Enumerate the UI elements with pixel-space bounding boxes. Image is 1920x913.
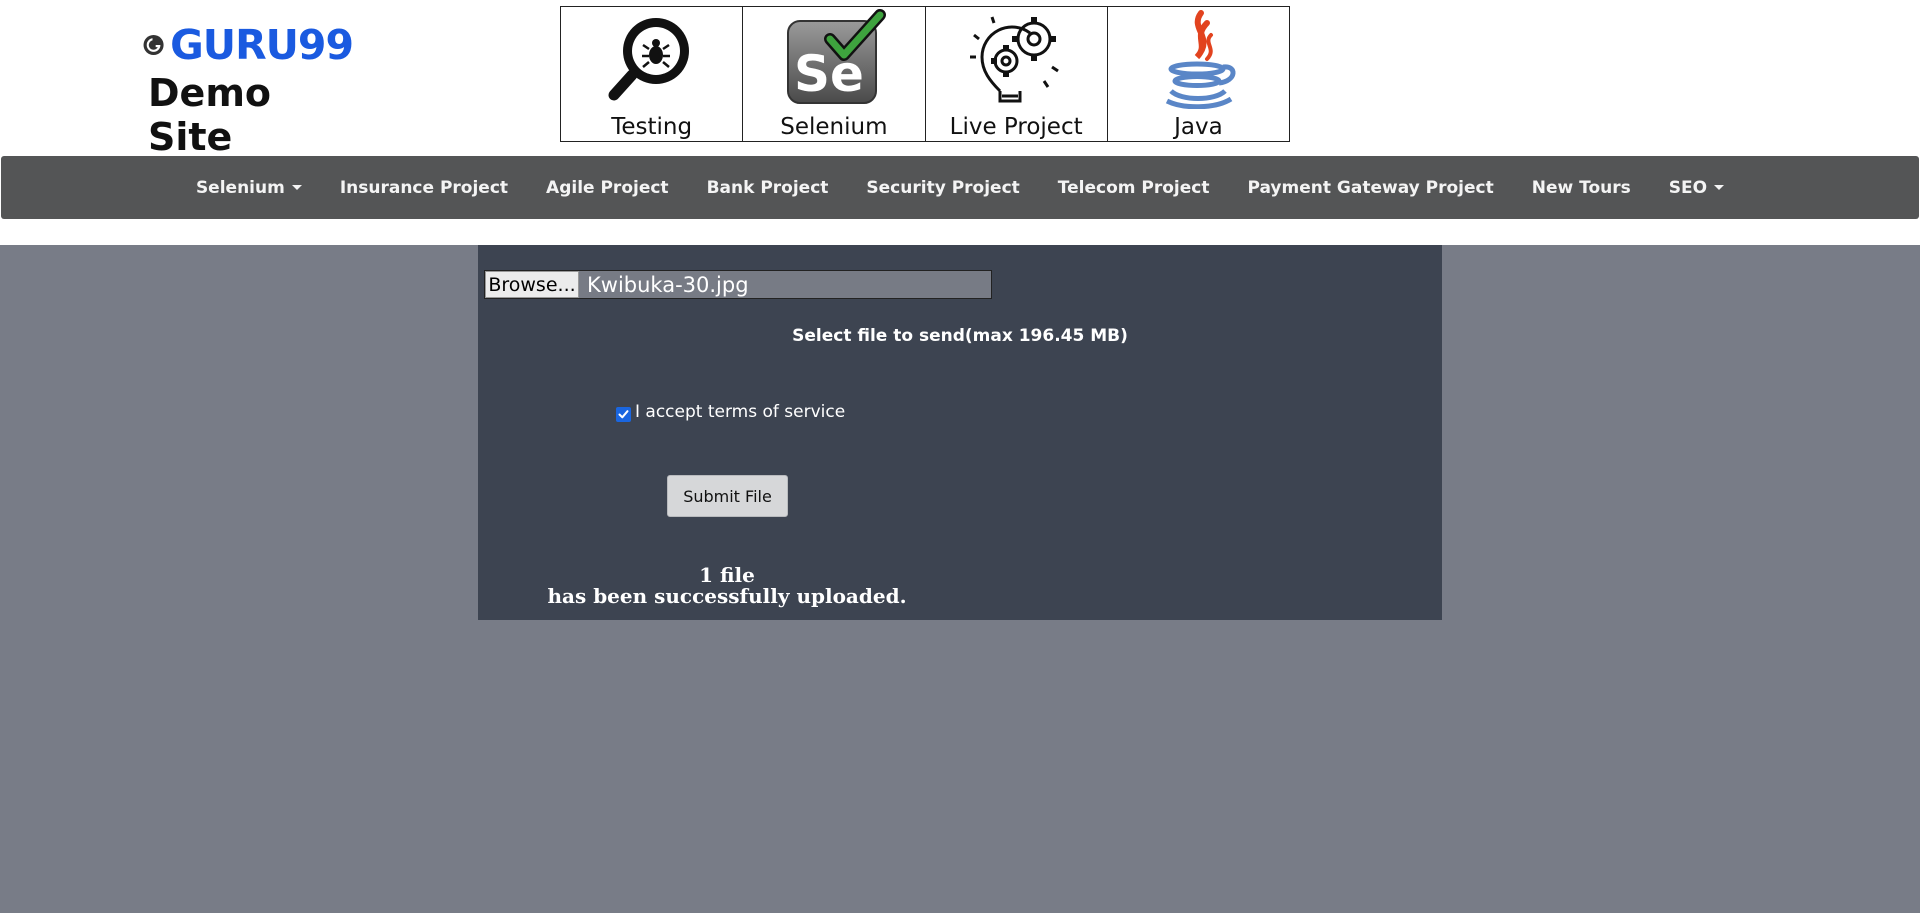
- main-navbar: Selenium Insurance Project Agile Project…: [1, 156, 1919, 219]
- nav-item-label: SEO: [1668, 177, 1708, 198]
- nav-item-label: Agile Project: [546, 177, 669, 198]
- result-text: has been successfully uploaded.: [547, 584, 907, 608]
- logo-text: GURU99: [170, 21, 354, 69]
- upload-result-message: 1 file has been successfully uploaded.: [527, 565, 927, 607]
- tile-label: Live Project: [949, 114, 1083, 140]
- tile-label: Selenium: [780, 114, 888, 140]
- nav-telecom-project[interactable]: Telecom Project: [1039, 178, 1229, 198]
- nav-item-label: Selenium: [195, 177, 285, 198]
- course-tiles: Testing Se Selenium Live Project Java: [560, 6, 1290, 142]
- selected-file-name: Kwibuka-30.jpg: [587, 272, 749, 297]
- tile-live-project[interactable]: Live Project: [926, 7, 1108, 141]
- submit-file-button[interactable]: Submit File: [667, 475, 788, 517]
- tile-selenium[interactable]: Se Selenium: [743, 7, 926, 141]
- browse-button[interactable]: Browse...: [485, 271, 579, 298]
- nav-insurance-project[interactable]: Insurance Project: [321, 178, 527, 198]
- nav-payment-gateway-project[interactable]: Payment Gateway Project: [1228, 178, 1512, 198]
- magnifier-bug-icon: [608, 18, 689, 101]
- nav-agile-project[interactable]: Agile Project: [527, 178, 688, 198]
- nav-item-label: Payment Gateway Project: [1247, 177, 1494, 198]
- upload-size-hint: Select file to send(max 196.45 MB): [792, 326, 1128, 346]
- caret-down-icon: [1714, 185, 1725, 190]
- terms-checkbox[interactable]: [616, 407, 631, 422]
- result-count: 1 file: [699, 563, 755, 587]
- terms-row: I accept terms of service: [616, 401, 845, 422]
- terms-label[interactable]: I accept terms of service: [635, 402, 845, 422]
- guru99-logo-icon: [143, 34, 164, 56]
- svg-text:Se: Se: [794, 45, 864, 103]
- java-icon: [1166, 10, 1236, 109]
- file-upload-input[interactable]: Browse... Kwibuka-30.jpg: [484, 270, 992, 299]
- nav-item-label: New Tours: [1531, 177, 1631, 198]
- tile-testing[interactable]: Testing: [561, 7, 744, 141]
- upload-panel: [478, 245, 1442, 620]
- site-title: Demo Site: [148, 71, 272, 159]
- lightbulb-gears-icon: [970, 16, 1059, 103]
- checkmark-icon: [618, 410, 629, 419]
- nav-item-label: Telecom Project: [1057, 177, 1210, 198]
- site-header: GURU99 Demo Site Testing Se Selenium Liv…: [0, 0, 1920, 159]
- tile-label: Java: [1174, 114, 1223, 140]
- nav-security-project[interactable]: Security Project: [847, 178, 1038, 198]
- caret-down-icon: [291, 185, 302, 190]
- tile-label: Testing: [611, 114, 693, 140]
- nav-bank-project[interactable]: Bank Project: [688, 178, 848, 198]
- tile-java[interactable]: Java: [1108, 7, 1289, 141]
- nav-selenium-dropdown[interactable]: Selenium: [177, 178, 321, 198]
- nav-item-label: Bank Project: [706, 177, 829, 198]
- selenium-icon: Se: [786, 9, 886, 104]
- nav-item-label: Insurance Project: [339, 177, 509, 198]
- nav-item-label: Security Project: [866, 177, 1020, 198]
- guru99-logo[interactable]: GURU99 Demo Site: [143, 21, 354, 159]
- nav-new-tours[interactable]: New Tours: [1513, 178, 1650, 198]
- nav-seo-dropdown[interactable]: SEO: [1650, 178, 1743, 198]
